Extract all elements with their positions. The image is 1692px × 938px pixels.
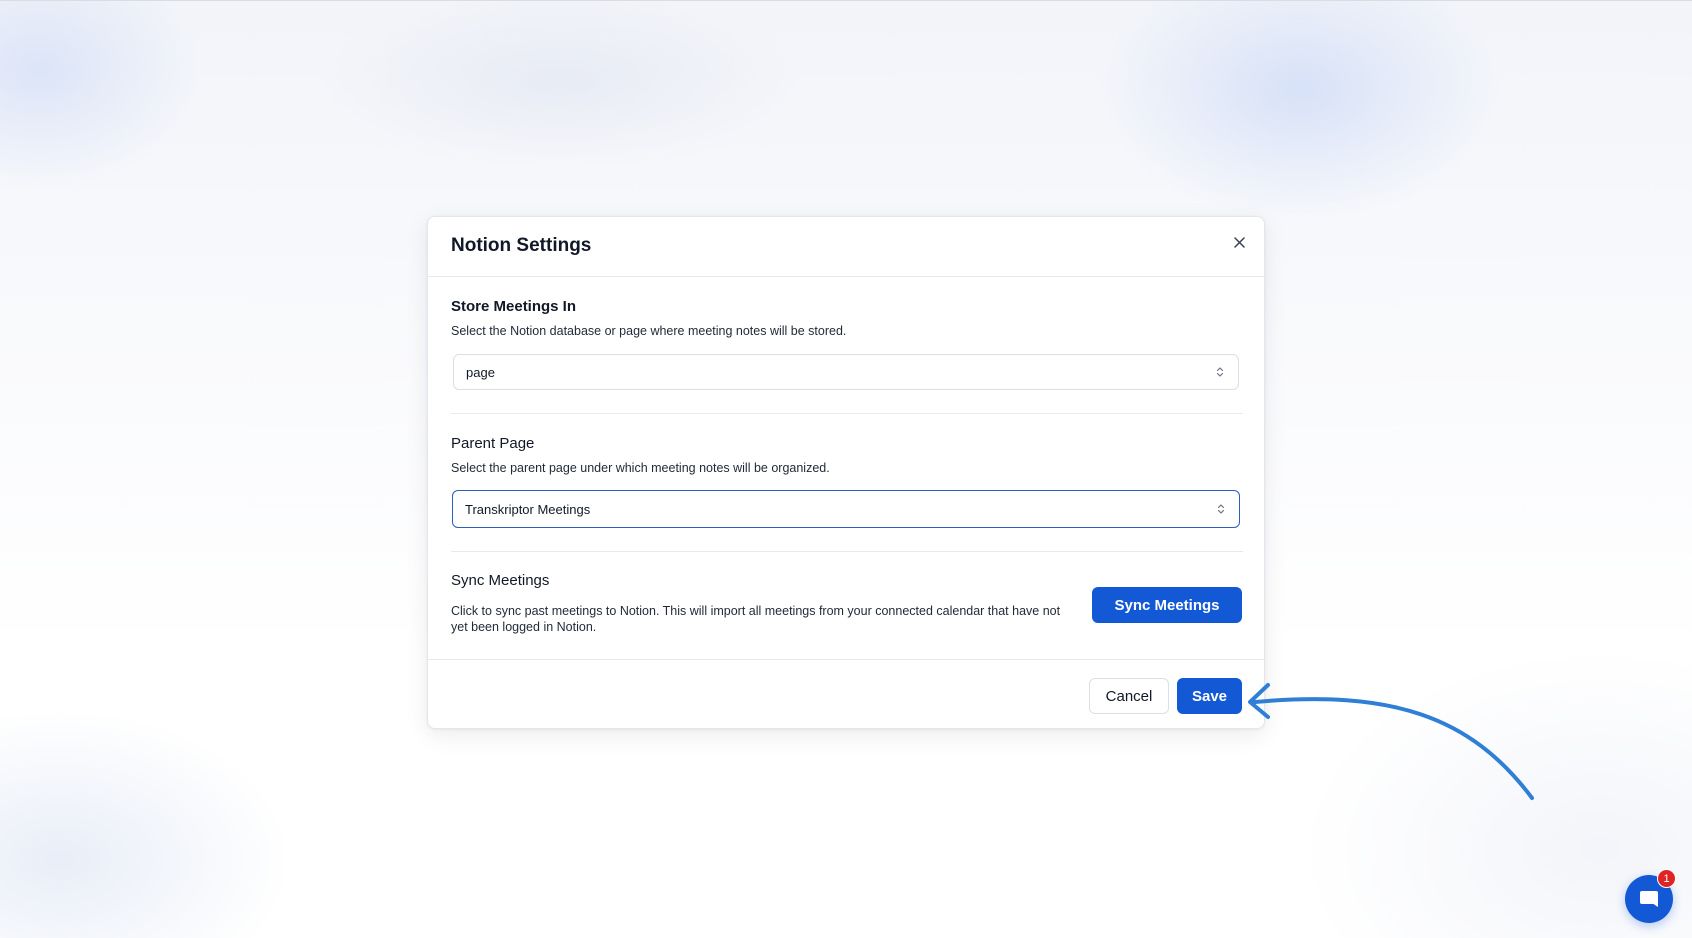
chevron-up-down-icon bbox=[1216, 367, 1224, 377]
parent-page-value: Transkriptor Meetings bbox=[465, 501, 591, 517]
store-meetings-label: Store Meetings In bbox=[451, 298, 577, 315]
save-button[interactable]: Save bbox=[1177, 678, 1242, 714]
close-icon bbox=[1233, 236, 1245, 248]
section-divider bbox=[451, 413, 1243, 414]
section-divider bbox=[451, 551, 1243, 552]
notification-badge: 1 bbox=[1657, 869, 1676, 888]
store-meetings-value: page bbox=[466, 364, 495, 380]
parent-page-label: Parent Page bbox=[451, 435, 535, 452]
cancel-button[interactable]: Cancel bbox=[1089, 678, 1169, 714]
modal-title: Notion Settings bbox=[451, 235, 592, 256]
store-meetings-select[interactable]: page bbox=[453, 354, 1239, 390]
notion-settings-modal: Notion Settings Store Meetings In Select… bbox=[427, 216, 1265, 729]
chat-bubble-icon bbox=[1640, 891, 1658, 907]
store-meetings-description: Select the Notion database or page where… bbox=[451, 324, 847, 338]
parent-page-select[interactable]: Transkriptor Meetings bbox=[452, 490, 1240, 528]
sync-meetings-button[interactable]: Sync Meetings bbox=[1092, 587, 1242, 623]
sync-meetings-description: Click to sync past meetings to Notion. T… bbox=[451, 604, 1061, 634]
sync-meetings-label: Sync Meetings bbox=[451, 572, 550, 589]
modal-header: Notion Settings bbox=[428, 217, 1264, 277]
close-button[interactable] bbox=[1228, 231, 1250, 253]
modal-footer: Cancel Save bbox=[428, 659, 1264, 729]
chevron-up-down-icon bbox=[1217, 504, 1225, 514]
top-border bbox=[0, 0, 1692, 1]
parent-page-description: Select the parent page under which meeti… bbox=[451, 461, 830, 475]
